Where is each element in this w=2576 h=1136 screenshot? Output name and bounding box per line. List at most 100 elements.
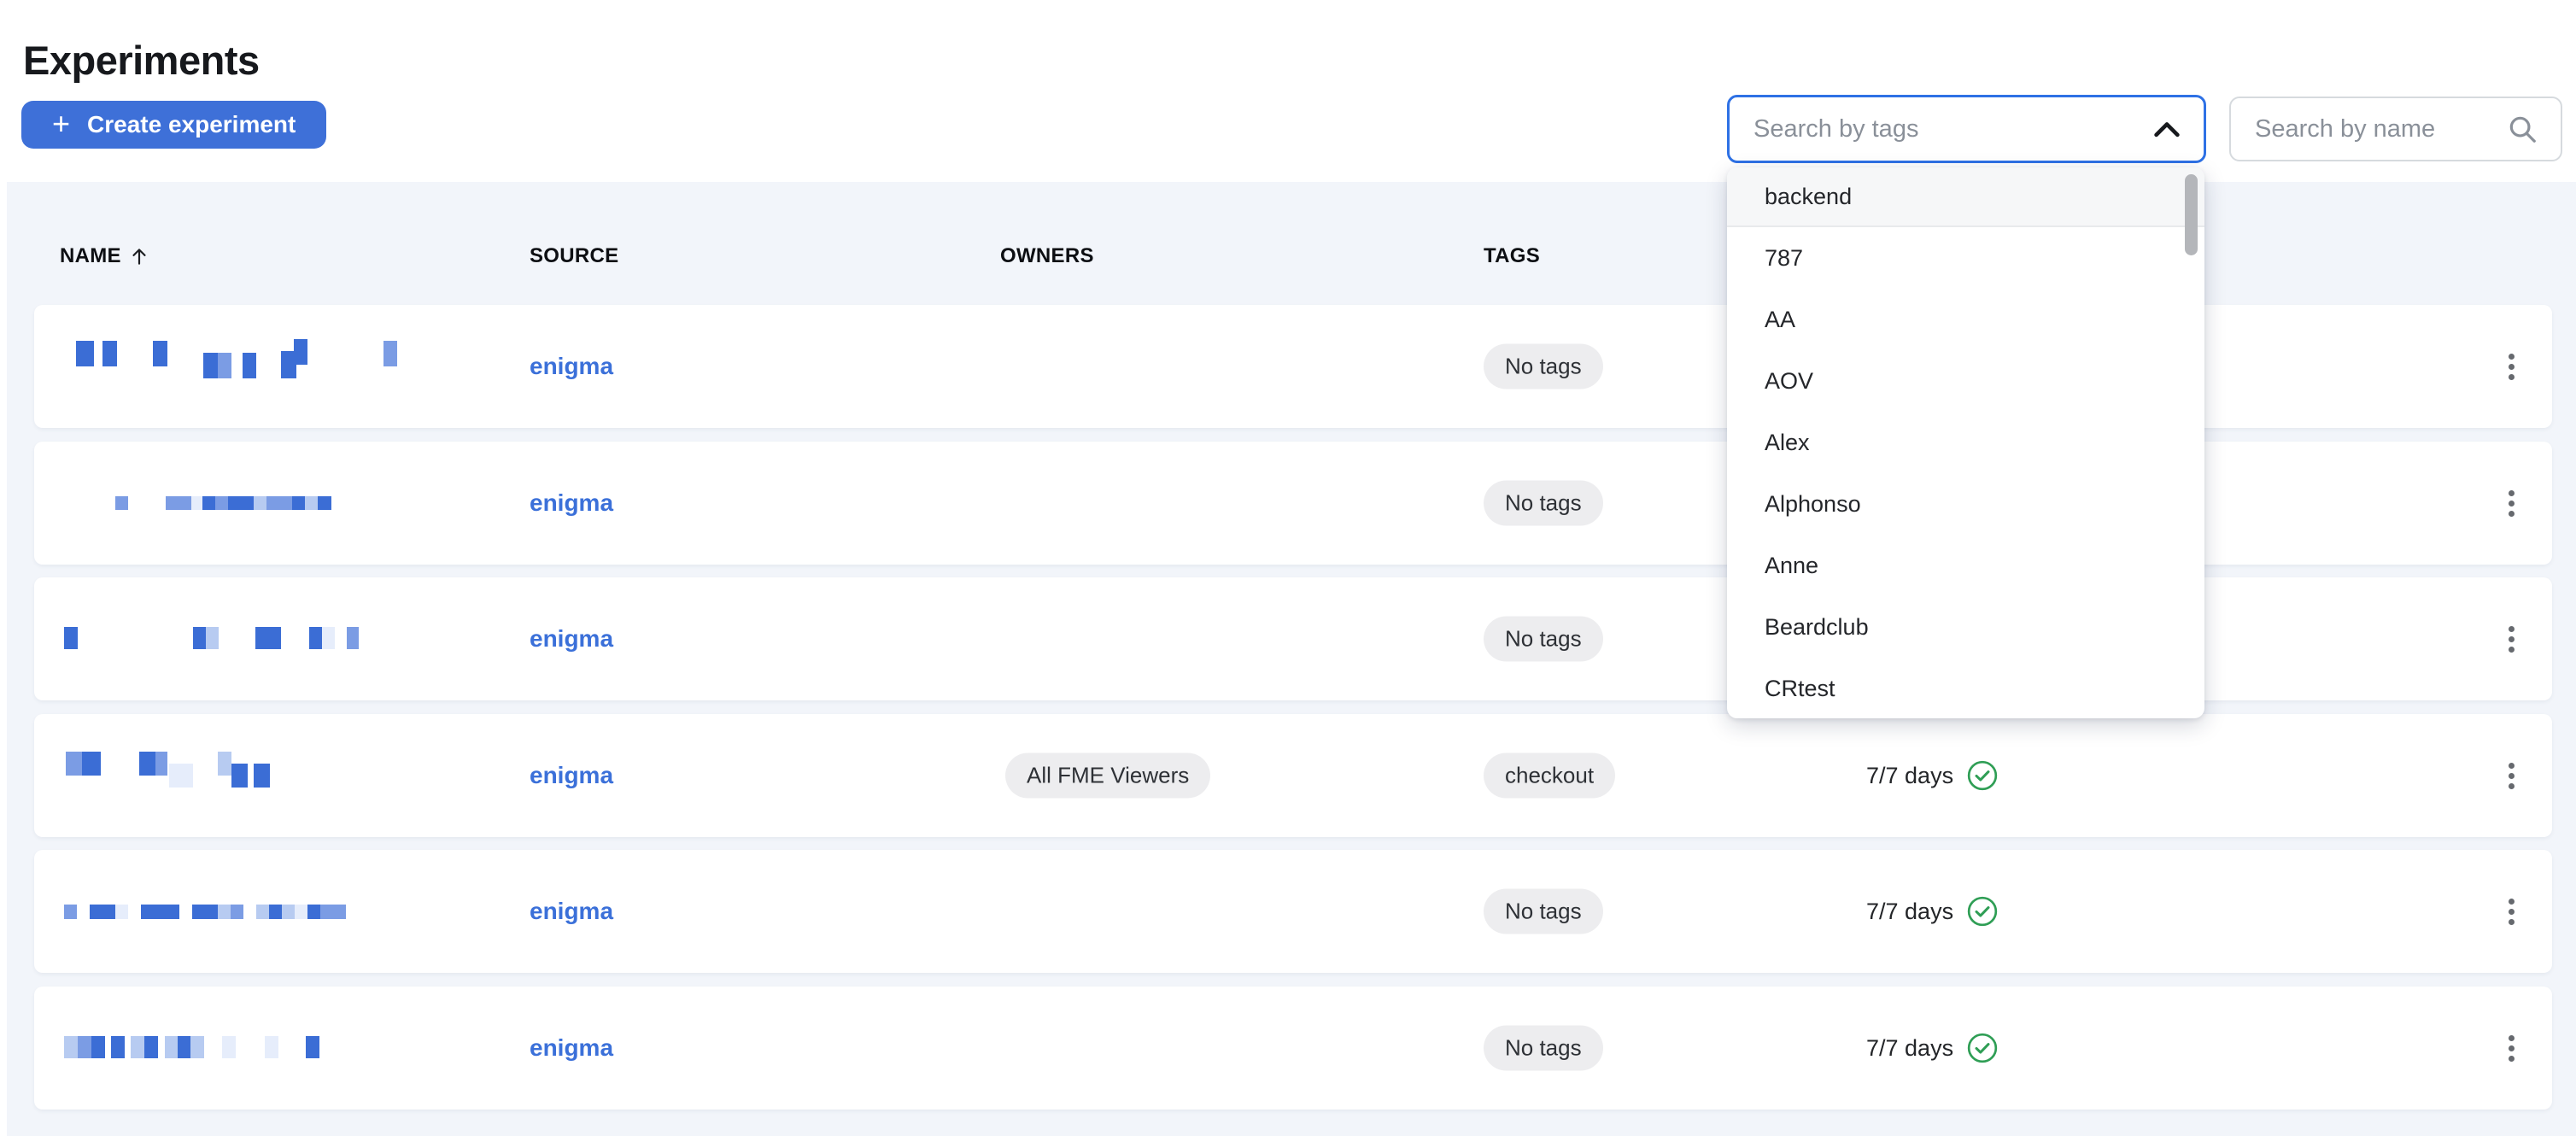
tag-option-backend[interactable]: backend [1727,167,2204,227]
sort-asc-icon [128,245,150,267]
experiment-row[interactable]: enigma All FME Viewers checkout 7/7 days [34,714,2552,837]
redaction-block [202,496,215,510]
no-tags-chip: No tags [1484,343,1603,389]
tag-option-beardclub[interactable]: Beardclub [1727,596,2204,658]
redaction-block [206,627,219,649]
redaction-block [64,1036,78,1058]
chevron-up-icon[interactable] [2152,120,2181,138]
redaction-block [292,496,305,510]
redaction-block [91,1036,105,1058]
redaction-block [255,627,268,649]
search-by-name-input[interactable] [2253,114,2506,144]
create-experiment-button[interactable]: + Create experiment [21,101,327,149]
redaction-block [228,496,241,510]
experiment-name-redacted [60,987,504,1110]
redaction-block [64,627,78,649]
redaction-block [78,1036,91,1058]
experiment-name-redacted [60,305,504,428]
redaction-block [64,905,77,919]
duration-complete-icon [1966,895,1999,928]
column-header-owners[interactable]: OWNERS [1000,243,1094,270]
duration-text: 7/7 days [1866,1034,1954,1061]
redaction-block [141,905,154,919]
experiment-name-redacted [60,442,504,565]
no-tags-chip: No tags [1484,888,1603,934]
redaction-block [169,764,193,788]
plus-icon: + [52,105,71,141]
search-icon [2506,113,2538,145]
redaction-block [282,905,295,919]
row-menu-button[interactable] [2484,472,2538,534]
no-tags-chip: No tags [1484,480,1603,526]
row-menu-button[interactable] [2484,745,2538,806]
no-tags-chip: No tags [1484,616,1603,662]
column-header-source[interactable]: SOURCE [530,243,618,270]
redaction-block [243,353,256,378]
source-link[interactable]: enigma [530,898,613,925]
tag-option-aov[interactable]: AOV [1727,350,2204,412]
redaction-block [383,341,397,366]
column-header-tags[interactable]: TAGS [1484,243,1540,270]
source-link[interactable]: enigma [530,1034,613,1062]
redaction-block [90,905,102,919]
redaction-block [294,339,307,365]
column-header-name[interactable]: NAME [60,243,150,270]
row-menu-button[interactable] [2484,336,2538,397]
column-label: SOURCE [530,244,619,267]
redaction-block [318,496,331,510]
tag-chip: checkout [1484,752,1616,799]
redaction-block [153,341,167,366]
search-by-tags-input[interactable] [1752,114,2152,144]
experiment-row[interactable]: enigma No tags 7/7 days [34,850,2552,973]
tag-option-aa[interactable]: AA [1727,289,2204,350]
source-link[interactable]: enigma [530,762,613,789]
row-menu-button[interactable] [2484,608,2538,670]
redaction-block [231,905,243,919]
tags-cell: No tags [1484,1025,1603,1071]
experiment-row[interactable]: enigma No tags 7/7 days [34,987,2552,1110]
redaction-block [82,752,101,776]
row-menu-button[interactable] [2484,881,2538,942]
redaction-block [76,341,94,366]
redaction-block [269,905,282,919]
redaction-block [231,764,248,788]
source-link[interactable]: enigma [530,489,613,517]
redaction-block [241,496,254,510]
dropdown-scrollbar-thumb[interactable] [2185,174,2198,255]
redaction-block [254,764,270,788]
redaction-block [144,1036,158,1058]
tag-option-crtest[interactable]: CRtest [1727,658,2204,718]
redaction-block [265,1036,278,1058]
tag-option-anne[interactable]: Anne [1727,535,2204,596]
column-label: TAGS [1484,244,1541,267]
row-menu-button[interactable] [2484,1017,2538,1079]
redaction-block [190,1036,204,1058]
search-by-tags-combobox[interactable] [1727,95,2206,163]
redaction-block [166,496,179,510]
redaction-block [155,752,167,776]
create-experiment-label: Create experiment [87,111,296,138]
redaction-block [218,353,231,378]
redaction-block [167,905,179,919]
duration-text: 7/7 days [1866,762,1954,788]
source-link[interactable]: enigma [530,353,613,380]
redaction-block [139,752,155,776]
duration-cell: 7/7 days [1866,895,1999,928]
duration-cell: 7/7 days [1866,1032,1999,1064]
tag-option-alex[interactable]: Alex [1727,412,2204,473]
source-link[interactable]: enigma [530,625,613,653]
redaction-block [347,627,359,649]
redaction-block [154,905,167,919]
search-by-name-box[interactable] [2229,97,2562,161]
redaction-block [218,752,231,776]
redaction-block [115,496,128,510]
redaction-block [268,627,281,649]
tag-option-787[interactable]: 787 [1727,227,2204,289]
tag-option-alphonso[interactable]: Alphonso [1727,473,2204,535]
owners-cell: All FME Viewers [1005,752,1211,799]
tags-cell: No tags [1484,480,1603,526]
column-label: OWNERS [1000,244,1094,267]
redaction-block [305,496,318,510]
redaction-block [218,905,231,919]
no-tags-chip: No tags [1484,1025,1603,1071]
